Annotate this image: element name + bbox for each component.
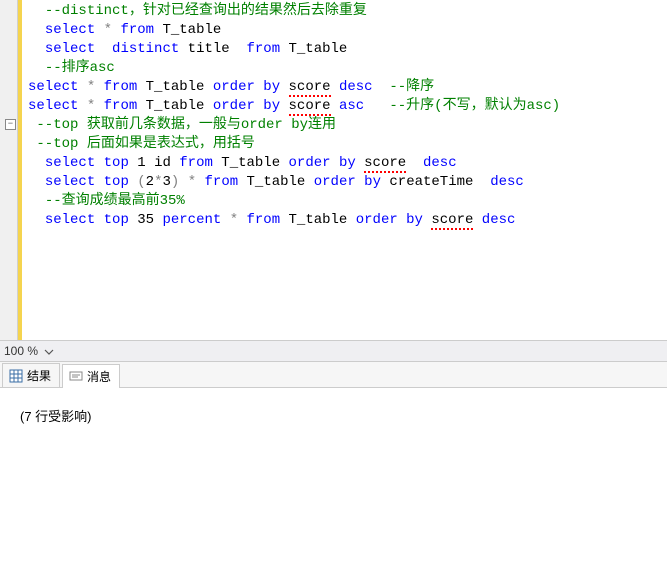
- results-tabs: 结果 消息: [0, 362, 667, 388]
- code-line[interactable]: select * from T_table order by score des…: [28, 78, 560, 97]
- code-line[interactable]: select * from T_table order by score asc…: [28, 97, 560, 116]
- rows-affected-text: (7 行受影响): [20, 406, 647, 425]
- tab-messages[interactable]: 消息: [62, 364, 120, 388]
- messages-panel: (7 行受影响): [0, 388, 667, 443]
- grid-icon: [9, 369, 23, 383]
- fold-toggle-icon[interactable]: −: [5, 119, 16, 130]
- editor-gutter: −: [0, 0, 18, 340]
- message-icon: [69, 370, 83, 384]
- code-editor[interactable]: − --distinct，针对已经查询出的结果然后去除重复 select * f…: [0, 0, 667, 340]
- code-line[interactable]: select distinct title from T_table: [28, 40, 560, 59]
- zoom-dropdown-icon[interactable]: [44, 346, 54, 356]
- code-line[interactable]: select * from T_table: [28, 21, 560, 40]
- code-line[interactable]: --distinct，针对已经查询出的结果然后去除重复: [28, 2, 560, 21]
- tab-results-label: 结果: [27, 367, 51, 384]
- zoom-level[interactable]: 100 %: [4, 344, 38, 358]
- tab-results[interactable]: 结果: [2, 363, 60, 387]
- code-line[interactable]: --top 获取前几条数据，一般与order by连用: [28, 116, 560, 135]
- code-line[interactable]: select top 35 percent * from T_table ord…: [28, 211, 560, 230]
- tab-messages-label: 消息: [87, 368, 111, 385]
- code-content[interactable]: --distinct，针对已经查询出的结果然后去除重复 select * fro…: [18, 0, 560, 340]
- zoom-bar: 100 %: [0, 340, 667, 362]
- code-line[interactable]: --排序asc: [28, 59, 560, 78]
- code-line[interactable]: --查询成绩最高前35%: [28, 192, 560, 211]
- code-line[interactable]: --top 后面如果是表达式，用括号: [28, 135, 560, 154]
- code-line[interactable]: select top 1 id from T_table order by sc…: [28, 154, 560, 173]
- change-bar: [18, 0, 22, 340]
- code-line[interactable]: select top (2*3) * from T_table order by…: [28, 173, 560, 192]
